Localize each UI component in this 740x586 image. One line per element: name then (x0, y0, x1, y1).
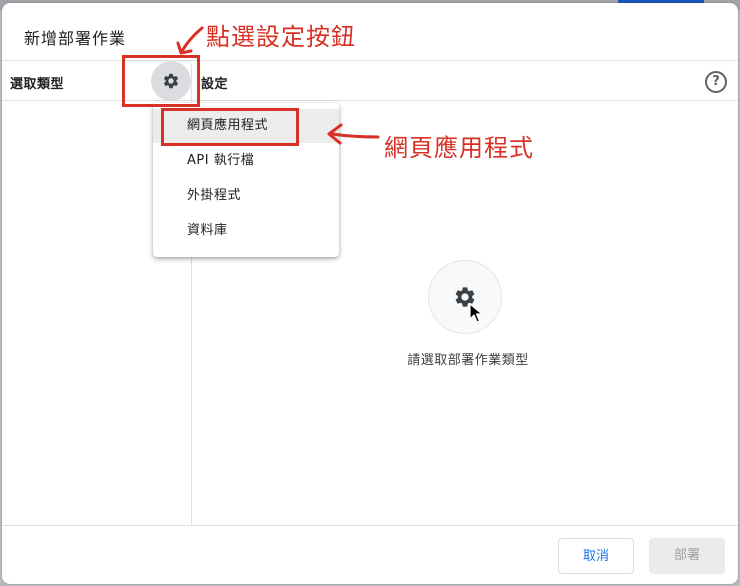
cancel-button[interactable]: 取消 (558, 538, 634, 574)
empty-state-message: 請選取部署作業類型 (407, 353, 529, 368)
dialog-title: 新增部署作業 (24, 29, 127, 48)
deploy-button[interactable]: 部署 (649, 538, 725, 574)
subheader-divider (2, 100, 738, 101)
settings-label: 設定 (201, 77, 229, 92)
annotation-arrow-gear (176, 26, 204, 55)
annotation-box-gear (122, 55, 200, 107)
footer-divider (2, 525, 738, 526)
select-type-label: 選取類型 (10, 77, 65, 92)
annotation-text-web-app: 網頁應用程式 (384, 134, 534, 162)
annotation-arrow-web-app (327, 123, 380, 145)
mouse-cursor-icon (469, 303, 483, 323)
new-deployment-dialog: 新增部署作業 選取類型 設定 ? 網頁應用程式 API 執行檔 外掛程式 資料庫… (2, 3, 738, 584)
annotation-box-web-app (161, 108, 299, 146)
help-icon[interactable]: ? (705, 71, 727, 93)
annotation-text-gear: 點選設定按鈕 (206, 23, 356, 51)
menu-item-api-executable[interactable]: API 執行檔 (153, 144, 339, 178)
empty-state-icon-circle (428, 260, 502, 334)
header-divider (2, 60, 738, 61)
menu-item-database[interactable]: 資料庫 (153, 214, 339, 248)
menu-item-add-on[interactable]: 外掛程式 (153, 179, 339, 213)
